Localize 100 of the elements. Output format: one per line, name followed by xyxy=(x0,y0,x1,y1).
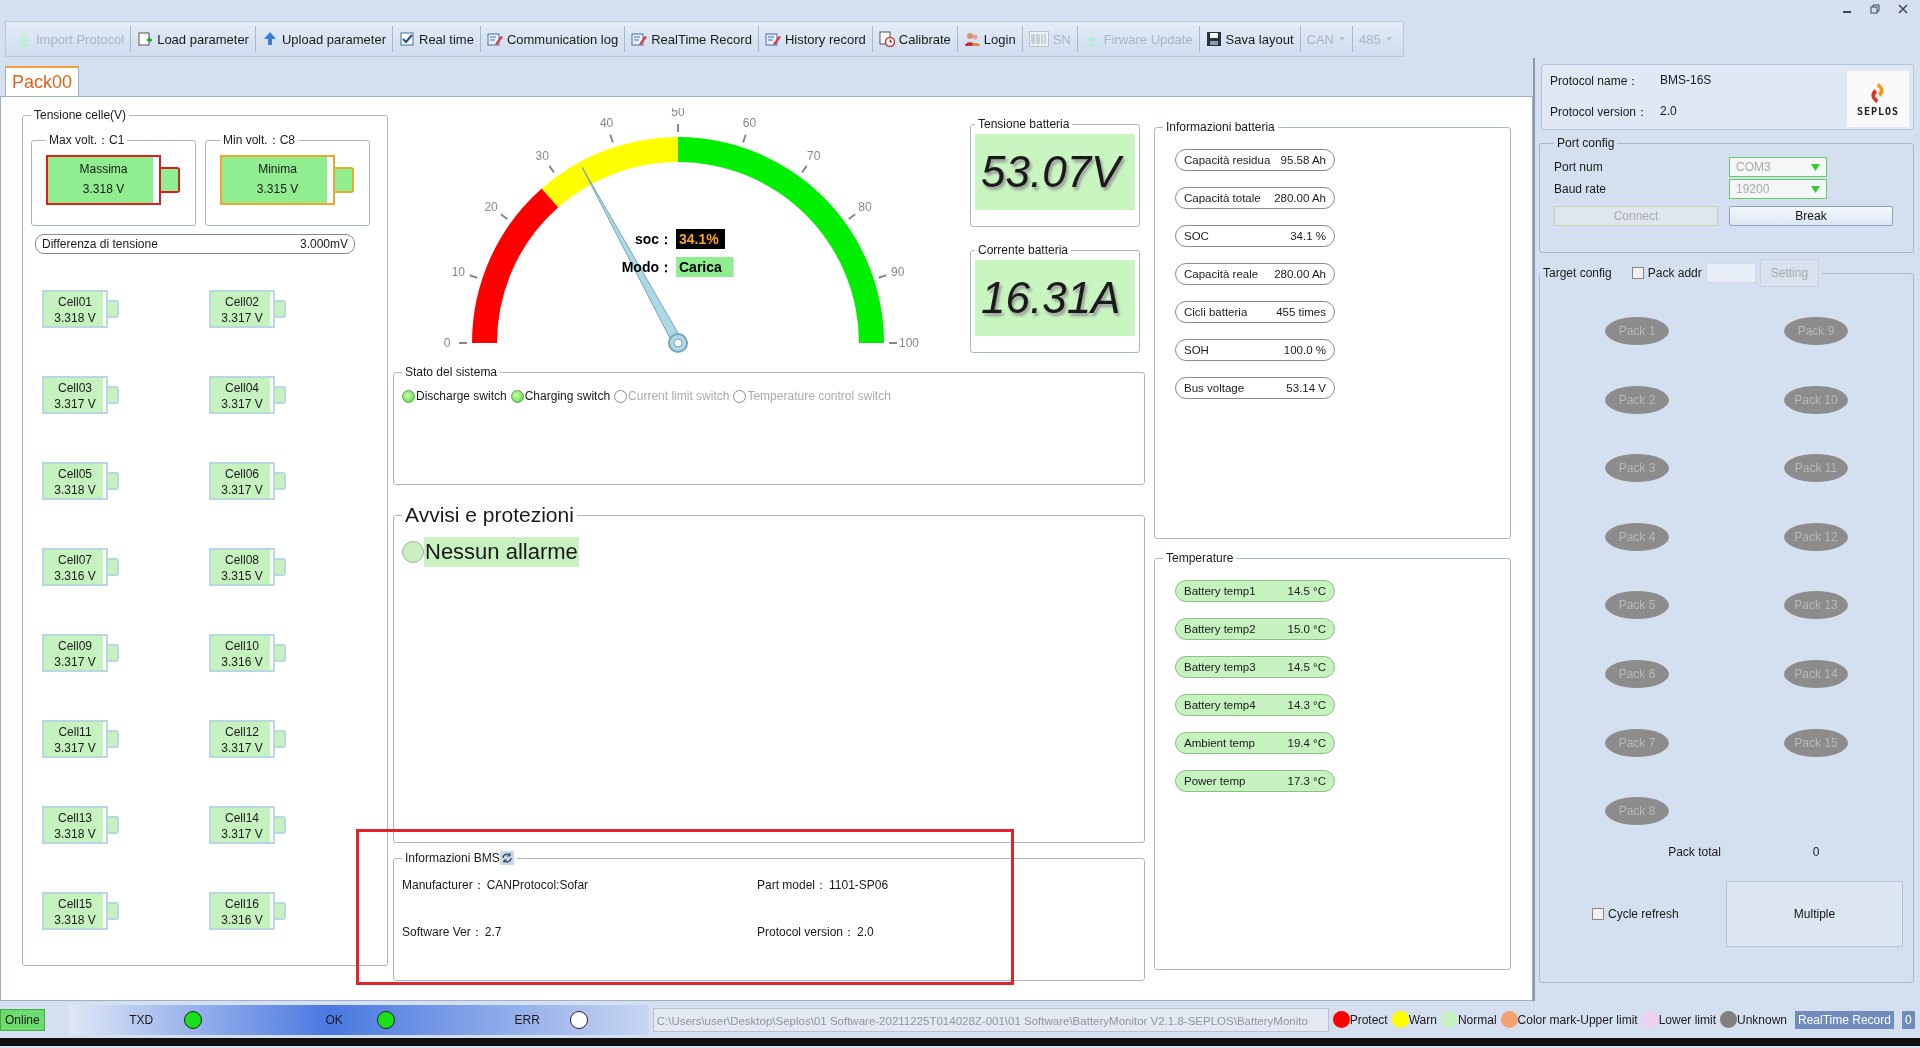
field-label: Part model： xyxy=(757,878,828,892)
toolbar-button[interactable]: RealTime Record xyxy=(624,26,758,52)
scale-label: 60 xyxy=(742,116,757,131)
field-value: 14.5 °C xyxy=(1287,585,1326,597)
toolbar-button[interactable]: Upload parameter xyxy=(254,26,392,52)
arrow-icon xyxy=(16,31,32,47)
field-label: Power temp xyxy=(1184,775,1246,787)
field-value: 19.4 °C xyxy=(1287,737,1326,749)
field-value: 19200 xyxy=(1736,182,1770,196)
gauge-label: soc： xyxy=(634,231,673,247)
tab[interactable]: Pack00 xyxy=(5,66,80,97)
toolbar-button[interactable]: Communication log xyxy=(479,26,625,52)
caret-icon xyxy=(1384,35,1393,43)
cell-voltage: 3.317 V xyxy=(53,740,97,756)
field-label: Port num xyxy=(1554,160,1604,174)
toolbar-button[interactable]: Load parameter xyxy=(130,26,255,52)
readout-value: 16.31A xyxy=(975,260,1135,336)
cell-voltage: 3.317 V xyxy=(220,310,264,326)
cell-label: Cell15 xyxy=(57,896,93,912)
cell-voltage: 3.315 V xyxy=(255,181,300,198)
pencil-document-icon xyxy=(764,31,781,47)
indicator-label: ERR xyxy=(513,1012,541,1027)
group-title: Max volt.：C1 xyxy=(48,132,126,149)
group-title: Temperature xyxy=(1165,551,1235,565)
group-title: Tensione celle(V) xyxy=(33,108,128,122)
checkbox-label: Pack addr xyxy=(1647,266,1702,280)
readout-value: 53.07V xyxy=(975,134,1135,210)
field-value: 100.0 % xyxy=(1283,344,1326,356)
legend-label: Color mark-Upper limit xyxy=(1517,1012,1638,1027)
field-label: Protocol version： xyxy=(1550,104,1650,121)
field-label: Battery temp2 xyxy=(1184,623,1256,635)
field-label: Protocol version： xyxy=(757,925,856,939)
indicator-label: TXD xyxy=(128,1012,155,1027)
legend-label: Normal xyxy=(1457,1012,1497,1027)
toolbar-button[interactable]: Login xyxy=(956,26,1022,52)
field-label: Bus voltage xyxy=(1184,382,1245,394)
toolbar-button[interactable]: Real time xyxy=(392,26,480,52)
field-value: 280.00 Ah xyxy=(1274,192,1326,204)
file-path-field: C:\Users\user\Desktop\Seplos\01 Software-20211225T014028Z-001\01 Software\BatteryMonitor V2.1.8-SEPLOS\BatteryMonito xyxy=(652,1007,1329,1032)
group-title: Min volt.：C8 xyxy=(222,132,297,149)
field-label: SOC xyxy=(1184,230,1209,242)
toolbar-button[interactable]: History record xyxy=(757,26,872,52)
field-value: COM3 xyxy=(1736,160,1771,174)
scale-label: 40 xyxy=(599,116,614,131)
field-label: Battery temp4 xyxy=(1184,699,1256,711)
group-title: Corrente batteria xyxy=(977,243,1070,257)
multiple-button[interactable]: Multiple xyxy=(1726,881,1903,948)
cell-voltage: 3.317 V xyxy=(220,482,264,498)
port-button[interactable]: Break xyxy=(1729,206,1893,226)
cell-label: Cell04 xyxy=(224,380,260,396)
cell-label: Cell11 xyxy=(57,724,93,740)
group-title: Stato del sistema xyxy=(404,365,499,379)
cell-voltage: 3.317 V xyxy=(53,654,97,670)
toolbar-button[interactable]: Calibrate xyxy=(871,26,957,52)
caret-icon xyxy=(1811,163,1820,171)
legend-label: Lower limit xyxy=(1658,1012,1716,1027)
group-title: Informazioni batteria xyxy=(1165,120,1276,134)
switch-label: Charging switch xyxy=(524,389,611,403)
toolbar-button[interactable]: Sava layout xyxy=(1198,26,1300,52)
caret-icon xyxy=(1337,35,1346,43)
group-title: Avvisi e protezioni xyxy=(404,503,575,527)
restore-icon[interactable] xyxy=(1870,4,1880,14)
field-label: Battery temp1 xyxy=(1184,585,1256,597)
field-label: Baud rate xyxy=(1554,182,1608,196)
cell-label: Massima xyxy=(78,161,129,178)
cell-label: Cell16 xyxy=(224,896,260,912)
cell-label: Cell10 xyxy=(224,638,260,654)
up-arrow-icon xyxy=(261,31,278,47)
field-value: 2.7 xyxy=(484,925,502,939)
close-icon[interactable] xyxy=(1898,4,1908,14)
field-value: 53.14 V xyxy=(1286,382,1326,394)
cell-label: Cell12 xyxy=(224,724,260,740)
field-value: 3.000mV xyxy=(299,237,348,251)
record-count: 0 xyxy=(1901,1010,1915,1029)
cell-voltage: 3.317 V xyxy=(220,396,264,412)
logo-text: SEPLOS xyxy=(1856,105,1900,117)
cell-label: Cell08 xyxy=(224,552,260,568)
scale-label: 90 xyxy=(891,264,905,279)
cell-label: Minima xyxy=(257,161,298,178)
caret-icon xyxy=(1811,185,1820,193)
scale-label: 0 xyxy=(443,336,451,350)
scale-label: 50 xyxy=(671,108,685,119)
checkbox-icon xyxy=(399,31,415,47)
field-label: Differenza di tensione xyxy=(42,237,158,251)
field-label: Manufacturer： xyxy=(402,878,485,892)
field-value: 14.3 °C xyxy=(1287,699,1326,711)
soc-value: 34.1% xyxy=(676,229,725,249)
document-plus-icon xyxy=(137,31,154,47)
cell-voltage: 3.318 V xyxy=(53,482,97,498)
cell-label: Cell13 xyxy=(57,810,93,826)
refresh-icon[interactable] xyxy=(499,851,514,865)
field-value: 0 xyxy=(1811,845,1821,860)
field-label: Capacità reale xyxy=(1184,268,1259,280)
field-value: 17.3 °C xyxy=(1287,775,1326,787)
field-value: CANProtocol:Sofar xyxy=(486,878,589,892)
record-label: RealTime Record xyxy=(1795,1010,1894,1029)
cell-label: Cell09 xyxy=(57,638,93,654)
checkbox[interactable] xyxy=(1592,908,1604,921)
checkbox[interactable] xyxy=(1631,267,1644,279)
cell-label: Cell14 xyxy=(224,810,260,826)
